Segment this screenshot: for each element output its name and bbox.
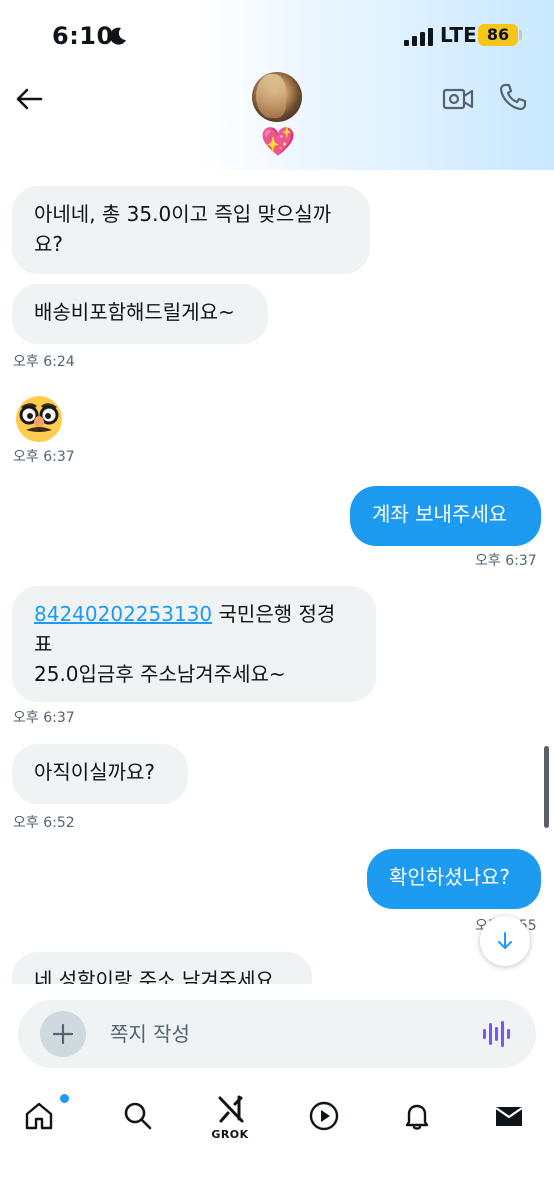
network-type: LTE <box>440 23 477 47</box>
notification-dot <box>60 1094 69 1103</box>
message-bubble-incoming[interactable]: 84240202253130 국민은행 정경 표 25.0입금후 주소남겨주세요… <box>12 586 376 702</box>
battery-nub <box>519 30 522 40</box>
message-text: 확인하셨나요? <box>389 865 511 889</box>
play-circle-icon <box>309 1101 339 1131</box>
message-text: 배송비포함해드릴게요~ <box>34 300 235 324</box>
bell-icon <box>405 1104 429 1130</box>
message-text: 25.0입금후 주소남겨주세요~ <box>34 662 286 686</box>
battery-indicator: 86 <box>478 24 518 46</box>
message-timestamp: 오후 6:52 <box>13 815 75 831</box>
message-text: 아네네, 총 35.0이고 즉입 맞으실까 <box>34 202 332 226</box>
scroll-to-bottom-button[interactable] <box>480 916 530 966</box>
cellular-signal-icon <box>404 28 433 46</box>
message-bubble-incoming[interactable]: 아네네, 총 35.0이고 즉입 맞으실까 요? <box>12 186 370 274</box>
contact-name[interactable]: 💖 <box>258 124 298 160</box>
phone-icon[interactable] <box>498 82 528 112</box>
tab-messages[interactable] <box>478 1080 538 1150</box>
message-bubble-outgoing[interactable]: 계좌 보내주세요 <box>350 486 541 546</box>
message-bubble-incoming[interactable]: 아직이실까요? <box>12 744 188 804</box>
scrollbar[interactable] <box>544 746 549 828</box>
tab-search[interactable] <box>107 1080 167 1150</box>
tab-notifications[interactable] <box>386 1080 446 1150</box>
bottom-tab-bar: GROK <box>0 1080 554 1200</box>
avatar-hair <box>256 74 286 118</box>
message-text: 요? <box>34 232 64 256</box>
grok-label: GROK <box>211 1128 249 1141</box>
message-composer[interactable]: 쪽지 작성 <box>18 1000 536 1068</box>
message-timestamp: 오후 6:37 <box>13 710 75 726</box>
contact-avatar[interactable] <box>252 72 302 122</box>
arrow-down-icon <box>498 932 512 949</box>
tab-grok[interactable]: GROK <box>200 1080 260 1150</box>
add-attachment-button[interactable] <box>40 1011 86 1057</box>
search-icon <box>124 1102 152 1130</box>
mail-icon <box>495 1107 523 1126</box>
message-bubble-incoming[interactable]: 배송비포함해드릴게요~ <box>12 284 268 344</box>
nerd-disguise-face-emoji[interactable] <box>14 394 64 444</box>
voice-message-icon[interactable] <box>482 1018 512 1050</box>
message-timestamp: 오후 6:24 <box>13 354 75 370</box>
message-text: 아직이실까요? <box>34 760 156 784</box>
message-line: 84240202253130 국민은행 정경 <box>34 599 354 629</box>
message-text: 계좌 보내주세요 <box>372 502 508 526</box>
composer-area: 쪽지 작성 <box>0 984 554 1070</box>
status-bar: 6:10 LTE 86 <box>0 0 554 72</box>
video-call-icon[interactable] <box>442 84 474 114</box>
message-input[interactable]: 쪽지 작성 <box>110 1022 190 1046</box>
home-icon <box>25 1102 53 1130</box>
message-text: 국민은행 정경 <box>212 602 336 626</box>
message-timestamp: 오후 6:37 <box>475 553 537 569</box>
conversation-header: 💖 <box>0 70 554 170</box>
status-time: 6:10 <box>52 22 114 50</box>
message-timestamp: 오후 6:37 <box>13 449 75 465</box>
grok-icon <box>218 1095 244 1123</box>
account-number-link[interactable]: 84240202253130 <box>34 602 212 626</box>
tab-videos[interactable] <box>293 1080 353 1150</box>
plus-icon <box>52 1023 74 1045</box>
message-bubble-outgoing[interactable]: 확인하셨나요? <box>367 849 541 909</box>
moon-icon <box>109 27 126 45</box>
tab-home[interactable] <box>8 1080 69 1150</box>
message-text: 표 <box>34 632 53 656</box>
arrow-left-icon[interactable] <box>14 84 44 114</box>
